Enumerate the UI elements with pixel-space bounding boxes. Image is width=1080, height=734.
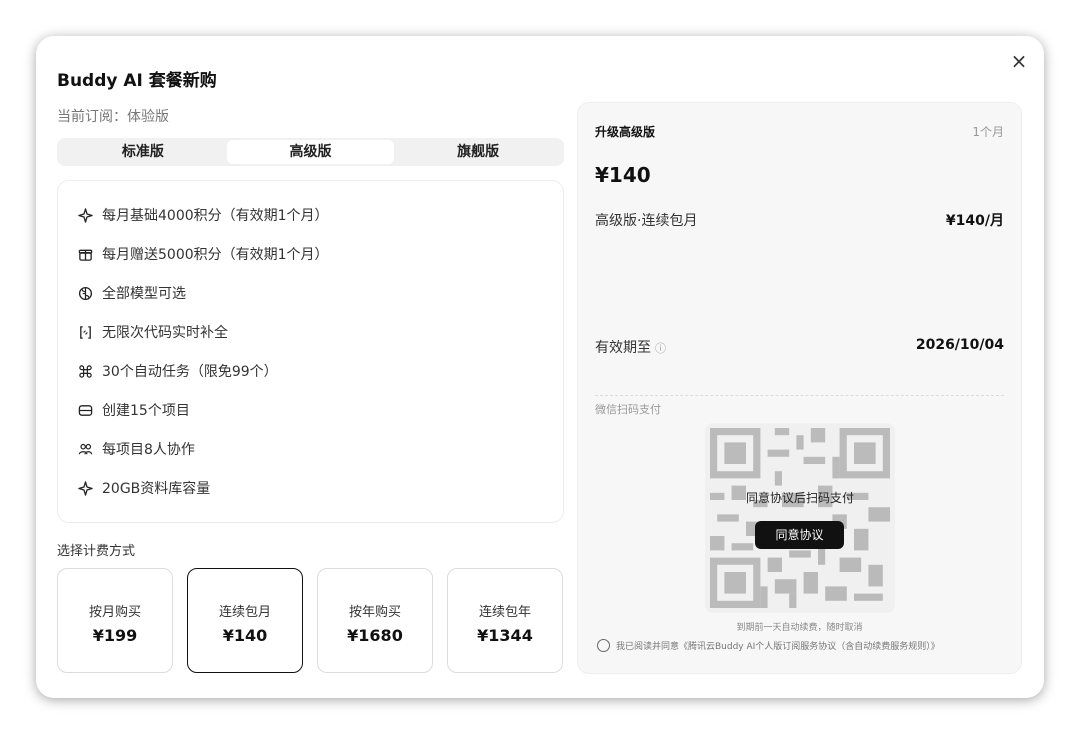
consent-radio[interactable] <box>597 639 610 652</box>
close-icon[interactable]: × <box>1008 50 1030 72</box>
feature-item: 创建15个项目 <box>77 400 190 420</box>
feature-text: 每项目8人协作 <box>102 442 195 458</box>
agree-button[interactable]: 同意协议 <box>755 521 844 549</box>
qr-code: 同意协议后扫码支付 同意协议 <box>705 423 895 613</box>
folder-icon <box>77 402 93 418</box>
sparkle-icon <box>77 480 93 496</box>
brain-icon <box>77 285 93 301</box>
gift-icon <box>77 246 93 262</box>
feature-text: 20GB资料库容量 <box>102 481 211 497</box>
summary-total: ¥140 <box>595 163 651 187</box>
feature-text: 创建15个项目 <box>102 403 190 419</box>
summary-line-label: 高级版·连续包月 <box>595 213 698 229</box>
billing-option-price: ¥1344 <box>477 626 533 645</box>
billing-option-price: ¥199 <box>92 626 138 645</box>
feature-item: 每月基础4000积分（有效期1个月） <box>77 205 329 225</box>
billing-option-monthly[interactable]: 按月购买 ¥199 <box>57 568 173 673</box>
feature-item: 全部模型可选 <box>77 283 186 303</box>
auto-renew-note: 到期前一天自动续费，随时取消 <box>736 623 863 633</box>
billing-option-name: 连续包年 <box>478 605 531 620</box>
divider <box>595 395 1004 396</box>
purchase-dialog: × Buddy AI 套餐新购 当前订阅：体验版 标准版 高级版 旗舰版 每月基… <box>36 36 1044 698</box>
consent-row[interactable]: 我已阅读并同意《腾讯云Buddy AI个人版订阅服务协议（含自动续费服务规则）》 <box>597 639 940 652</box>
consent-text[interactable]: 我已阅读并同意《腾讯云Buddy AI个人版订阅服务协议（含自动续费服务规则）》 <box>616 639 940 652</box>
code-bracket-icon <box>77 324 93 340</box>
billing-option-price: ¥140 <box>222 626 268 645</box>
billing-option-name: 按月购买 <box>88 605 141 620</box>
feature-item: 无限次代码实时补全 <box>77 322 228 342</box>
billing-option-name: 连续包月 <box>218 605 271 620</box>
summary-heading: 升级高级版 <box>595 125 656 139</box>
billing-option-price: ¥1680 <box>347 626 403 645</box>
order-summary: 升级高级版 1个月 ¥140 高级版·连续包月 ¥140/月 有效期至 ⓘ 202… <box>577 102 1022 674</box>
sparkle-icon <box>77 207 93 223</box>
feature-item: 每月赠送5000积分（有效期1个月） <box>77 244 329 264</box>
billing-option-name: 按年购买 <box>348 605 401 620</box>
tab-standard[interactable]: 标准版 <box>59 140 227 164</box>
billing-option-yearly[interactable]: 按年购买 ¥1680 <box>317 568 433 673</box>
feature-list: 每月基础4000积分（有效期1个月） 每月赠送5000积分（有效期1个月） 全部… <box>57 180 564 523</box>
info-icon[interactable]: ⓘ <box>655 342 666 355</box>
tab-flagship[interactable]: 旗舰版 <box>394 140 562 164</box>
summary-line-price: ¥140/月 <box>945 213 1004 229</box>
plan-tabs: 标准版 高级版 旗舰版 <box>57 138 564 166</box>
feature-text: 每月赠送5000积分（有效期1个月） <box>102 247 329 263</box>
feature-text: 每月基础4000积分（有效期1个月） <box>102 208 329 224</box>
payment-method-label: 微信扫码支付 <box>595 403 661 416</box>
feature-item: 20GB资料库容量 <box>77 478 210 498</box>
billing-options: 按月购买 ¥199 连续包月 ¥140 按年购买 ¥1680 连续包年 ¥134… <box>57 568 564 674</box>
dialog-title: Buddy AI 套餐新购 <box>57 71 217 91</box>
summary-duration: 1个月 <box>972 125 1004 139</box>
feature-text: 30个自动任务（限免99个） <box>102 364 278 380</box>
billing-option-continuous-yearly[interactable]: 连续包年 ¥1344 <box>447 568 563 673</box>
feature-item: 30个自动任务（限免99个） <box>77 361 278 381</box>
feature-text: 无限次代码实时补全 <box>102 325 228 341</box>
valid-until-text: 有效期至 <box>595 340 651 356</box>
valid-until-date: 2026/10/04 <box>915 337 1004 353</box>
command-icon <box>77 363 93 379</box>
feature-item: 每项目8人协作 <box>77 439 195 459</box>
qr-overlay: 同意协议后扫码支付 同意协议 <box>705 423 895 613</box>
current-subscription: 当前订阅：体验版 <box>57 109 169 125</box>
users-icon <box>77 441 93 457</box>
valid-until-label: 有效期至 ⓘ <box>595 337 666 357</box>
billing-option-continuous-monthly[interactable]: 连续包月 ¥140 <box>187 568 303 673</box>
qr-hint: 同意协议后扫码支付 <box>745 491 854 505</box>
tab-advanced[interactable]: 高级版 <box>226 140 395 164</box>
feature-text: 全部模型可选 <box>102 286 186 302</box>
billing-title: 选择计费方式 <box>57 544 136 559</box>
